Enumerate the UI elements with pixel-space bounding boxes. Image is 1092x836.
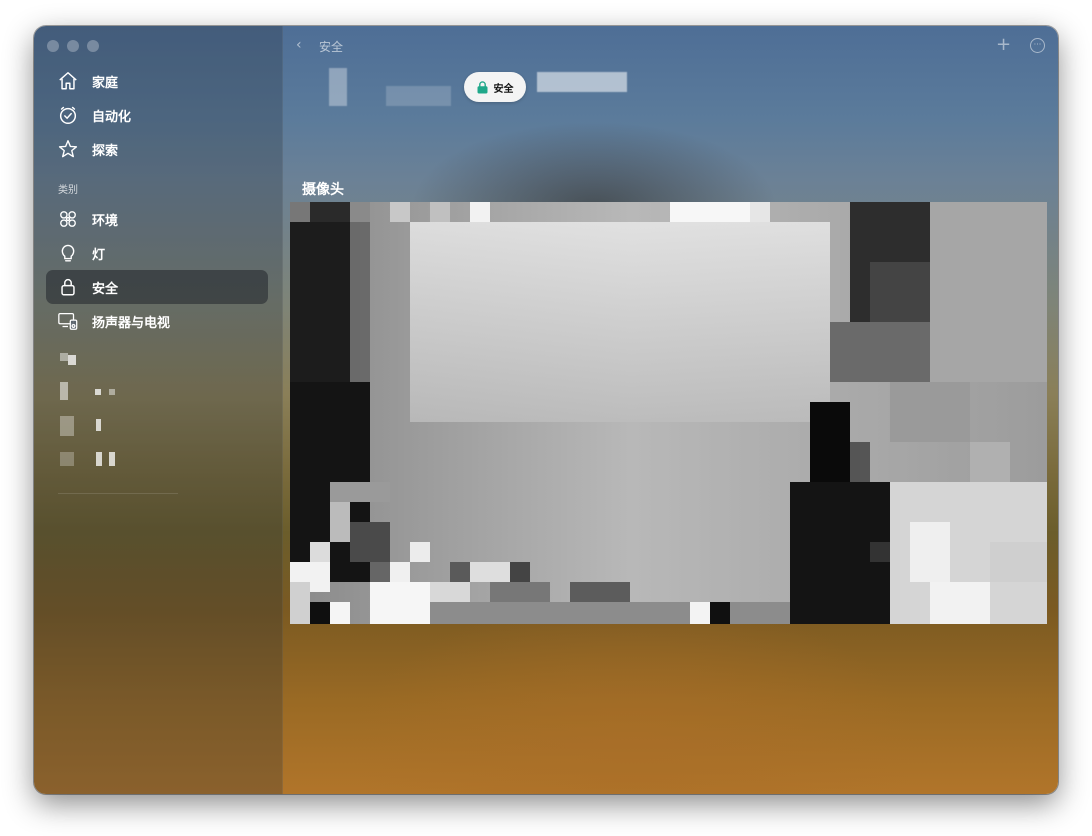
- categories-section-label: 类别: [58, 185, 78, 196]
- camera-section-title: 摄像头: [302, 182, 344, 198]
- blurred-sidebar-item[interactable]: [60, 416, 110, 436]
- ellipsis-icon[interactable]: ···: [1030, 38, 1045, 53]
- star-icon: [56, 137, 80, 161]
- blurred-header-element: [386, 86, 451, 106]
- blurred-sidebar-item[interactable]: [60, 351, 84, 369]
- bulb-icon: [56, 241, 80, 265]
- sidebar-item-label: 家庭: [92, 75, 119, 91]
- sidebar-item-label: 扬声器与电视: [92, 315, 171, 331]
- sidebar-item-label: 探索: [92, 143, 119, 159]
- app-window: 家庭 自动化 探索 类别 环境 灯 安全 扬声器与电视 ‹ 安全 + ··· 安…: [34, 26, 1058, 794]
- sidebar-item-automation[interactable]: 自动化: [46, 98, 268, 132]
- sidebar-item-discover[interactable]: 探索: [46, 132, 268, 166]
- house-icon: [56, 69, 80, 93]
- window-title: 安全: [319, 40, 344, 54]
- blurred-sidebar-item[interactable]: [60, 382, 120, 400]
- sidebar-item-label: 环境: [92, 213, 119, 229]
- sidebar-item-climate[interactable]: 环境: [46, 202, 268, 236]
- sidebar-item-speakers-tv[interactable]: 扬声器与电视: [46, 304, 268, 338]
- camera-image: [290, 202, 1047, 624]
- sidebar-divider: [58, 493, 178, 494]
- camera-feed[interactable]: [290, 202, 1047, 624]
- blurred-sidebar-item[interactable]: [60, 452, 120, 470]
- sidebar: 家庭 自动化 探索 类别 环境 灯 安全 扬声器与电视: [34, 26, 283, 794]
- sidebar-item-home[interactable]: 家庭: [46, 64, 268, 98]
- sidebar-item-label: 安全: [92, 281, 119, 297]
- lock-icon: [56, 275, 80, 299]
- zoom-window-button[interactable]: [87, 40, 99, 52]
- plus-icon[interactable]: +: [996, 34, 1011, 55]
- clock-icon: [56, 103, 80, 127]
- sidebar-item-security[interactable]: 安全: [46, 270, 268, 304]
- sidebar-item-lights[interactable]: 灯: [46, 236, 268, 270]
- filter-pill-label: 安全: [493, 83, 514, 95]
- close-window-button[interactable]: [47, 40, 59, 52]
- sidebar-item-label: 自动化: [92, 109, 132, 125]
- tv-speaker-icon: [56, 309, 80, 333]
- fan-icon: [56, 207, 80, 231]
- blurred-filter-pill[interactable]: [537, 72, 627, 92]
- sidebar-item-label: 灯: [92, 247, 106, 263]
- lock-icon: [477, 80, 488, 94]
- chevron-left-icon[interactable]: ‹: [296, 37, 302, 53]
- window-controls[interactable]: [47, 40, 99, 52]
- minimize-window-button[interactable]: [67, 40, 79, 52]
- blurred-header-element: [329, 68, 347, 106]
- filter-pill-security[interactable]: 安全: [464, 72, 526, 102]
